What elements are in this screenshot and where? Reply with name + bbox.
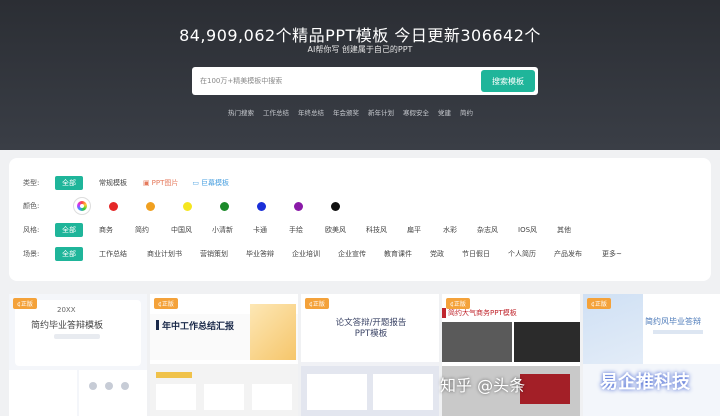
- color-yellow[interactable]: [183, 201, 192, 211]
- filter-scene-item[interactable]: 商业计划书: [147, 249, 182, 259]
- filter-scene-item[interactable]: 企业宣传: [338, 249, 366, 259]
- hot-link[interactable]: 热门搜索: [228, 107, 254, 117]
- filter-scene-item[interactable]: 产品发布: [554, 249, 582, 259]
- template-card[interactable]: ¢正版 年中工作总结汇报: [150, 294, 298, 416]
- filter-style-item[interactable]: 杂志风: [477, 225, 498, 235]
- color-purple[interactable]: [294, 201, 303, 211]
- filter-style-item[interactable]: 中国风: [171, 225, 192, 235]
- hero-subtitle[interactable]: AI帮你写 创建属于自己的PPT: [0, 44, 720, 55]
- filter-scene-item[interactable]: 节日假日: [462, 249, 490, 259]
- card-title: 简约风毕业答辩: [645, 317, 701, 326]
- template-card[interactable]: ¢正版 简约大气商务PPT模板: [442, 294, 580, 416]
- hot-link[interactable]: 党建: [438, 107, 451, 117]
- filter-row-scene: 场景: 全部 工作总结 商业计划书 营销策划 毕业答辩 企业培训 企业宣传 教育…: [23, 247, 622, 261]
- card-title: 论文答辩/开题报告PPT模板: [335, 318, 407, 339]
- filter-style-all[interactable]: 全部: [55, 223, 83, 237]
- color-orange[interactable]: [146, 201, 155, 211]
- hot-link[interactable]: 寒假安全: [403, 107, 429, 117]
- license-badge: ¢正版: [587, 298, 611, 309]
- filter-style-item[interactable]: 科技风: [366, 225, 387, 235]
- template-grid: ¢正版 20XX 简约毕业答辩模板 ¢正版 年中工作总结汇报 ¢正版 论文答辩/…: [9, 294, 720, 416]
- filter-scene-more[interactable]: 更多~: [602, 249, 622, 259]
- hero-banner: 84,909,062个精品PPT模板 今日更新306642个 AI帮你写 创建属…: [0, 0, 720, 150]
- filter-style-item[interactable]: 手绘: [289, 225, 303, 235]
- search-button[interactable]: 搜索模板: [481, 70, 535, 92]
- template-card[interactable]: ¢正版 简约风毕业答辩: [583, 294, 720, 416]
- filter-type-regular[interactable]: 常规模板: [99, 178, 127, 188]
- license-badge: ¢正版: [154, 298, 178, 309]
- filter-style-item[interactable]: 扁平: [407, 225, 421, 235]
- license-badge: ¢正版: [446, 298, 470, 309]
- filter-scene-item[interactable]: 工作总结: [99, 249, 127, 259]
- filter-style-item[interactable]: 欧美风: [325, 225, 346, 235]
- card-title: 年中工作总结汇报: [162, 322, 235, 332]
- filter-type-ppt-image[interactable]: ▣ PPT图片: [143, 178, 178, 188]
- color-green[interactable]: [220, 201, 229, 211]
- filter-scene-item[interactable]: 个人简历: [508, 249, 536, 259]
- template-card[interactable]: ¢正版 论文答辩/开题报告PPT模板: [301, 294, 439, 416]
- filter-label: 类型:: [23, 179, 40, 187]
- filter-scene-item[interactable]: 企业培训: [292, 249, 320, 259]
- filter-type-all[interactable]: 全部: [55, 176, 83, 190]
- license-badge: ¢正版: [305, 298, 329, 309]
- filter-style-item[interactable]: IOS风: [518, 225, 537, 235]
- filter-style-item[interactable]: 水彩: [443, 225, 457, 235]
- hero-title: 84,909,062个精品PPT模板 今日更新306642个: [179, 26, 541, 45]
- filter-row-type: 类型: 全部 常规模板 ▣ PPT图片 ▭ 巨幕模板: [23, 176, 229, 190]
- color-blue[interactable]: [257, 201, 266, 211]
- filter-panel: 类型: 全部 常规模板 ▣ PPT图片 ▭ 巨幕模板 颜色: 风格: 全部 商务…: [9, 158, 711, 281]
- filter-row-color: 颜色:: [23, 197, 340, 215]
- color-red[interactable]: [109, 201, 118, 211]
- image-icon: ▣: [143, 179, 150, 187]
- card-year: 20XX: [57, 306, 76, 314]
- filter-style-item[interactable]: 卡通: [253, 225, 267, 235]
- hot-search-links: 热门搜索 工作总结 年终总结 年会颁奖 新年计划 寒假安全 党建 简约: [228, 107, 473, 117]
- search-input[interactable]: [200, 74, 470, 88]
- card-title: 简约大气商务PPT模板: [448, 309, 517, 317]
- filter-type-giant[interactable]: ▭ 巨幕模板: [192, 178, 229, 188]
- filter-scene-all[interactable]: 全部: [55, 247, 83, 261]
- screen-icon: ▭: [192, 179, 199, 187]
- card-title: 简约毕业答辩模板: [31, 321, 104, 331]
- template-card[interactable]: ¢正版 20XX 简约毕业答辩模板: [9, 294, 147, 416]
- filter-style-item[interactable]: 简约: [135, 225, 149, 235]
- filter-scene-item[interactable]: 毕业答辩: [246, 249, 274, 259]
- color-all-icon[interactable]: [73, 197, 91, 215]
- watermark-zhihu: 知乎 @头条: [440, 376, 526, 395]
- search-box: 搜索模板: [192, 67, 538, 95]
- filter-scene-item[interactable]: 教育课件: [384, 249, 412, 259]
- watermark-brand: 易企推科技: [600, 372, 690, 393]
- filter-style-item[interactable]: 小清新: [212, 225, 233, 235]
- filter-label: 场景:: [23, 250, 40, 258]
- hot-link[interactable]: 年终总结: [298, 107, 324, 117]
- filter-style-item[interactable]: 商务: [99, 225, 113, 235]
- filter-style-item[interactable]: 其他: [557, 225, 571, 235]
- filter-label: 风格:: [23, 226, 40, 234]
- color-black[interactable]: [331, 201, 340, 211]
- hot-link[interactable]: 简约: [460, 107, 473, 117]
- filter-row-style: 风格: 全部 商务 简约 中国风 小清新 卡通 手绘 欧美风 科技风 扁平 水彩…: [23, 223, 571, 237]
- filter-label: 颜色:: [23, 202, 40, 210]
- filter-scene-item[interactable]: 党政: [430, 249, 444, 259]
- license-badge: ¢正版: [13, 298, 37, 309]
- hot-link[interactable]: 工作总结: [263, 107, 289, 117]
- filter-scene-item[interactable]: 营销策划: [200, 249, 228, 259]
- hot-link[interactable]: 新年计划: [368, 107, 394, 117]
- hot-link[interactable]: 年会颁奖: [333, 107, 359, 117]
